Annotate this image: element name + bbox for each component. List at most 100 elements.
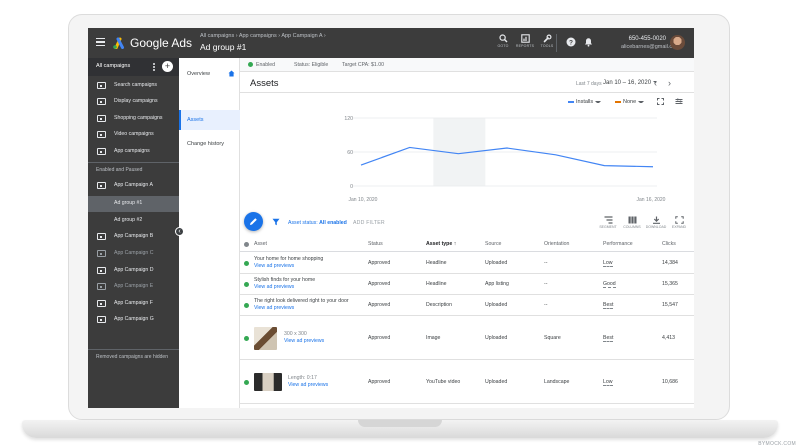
table-row[interactable]: Your home for home shopping View ad previ… xyxy=(240,253,694,274)
image-asset-thumbnail[interactable] xyxy=(254,326,277,350)
cell-asset-type: YouTube video xyxy=(426,378,461,385)
table-row[interactable]: 300 x 300 View ad previews Approved Image Up… xyxy=(240,316,694,360)
sidebar-item-video-campaigns[interactable]: Video campaigns xyxy=(88,127,179,143)
edit-fab-button[interactable] xyxy=(244,212,263,231)
display-campaign-icon xyxy=(97,98,106,105)
all-campaigns-link[interactable]: All campaigns xyxy=(96,63,130,69)
nav-label: Change history xyxy=(187,141,224,147)
cell-performance[interactable]: Best xyxy=(603,302,614,309)
nav-overview[interactable]: Overview xyxy=(179,64,240,84)
app-campaign-icon xyxy=(97,267,106,274)
sidebar-item-campaign[interactable]: App Campaign A xyxy=(88,178,179,194)
chart-settings-icon[interactable] xyxy=(675,98,683,105)
installs-line-chart: 0 60 120 Jan 10, 2020 Jan 16, 2020 xyxy=(344,116,665,203)
enabled-status-dot xyxy=(244,379,249,385)
avatar[interactable] xyxy=(670,35,685,50)
video-asset-thumbnail[interactable] xyxy=(254,373,282,391)
table-row[interactable]: The right look delivered right to your d… xyxy=(240,295,694,316)
sidebar-item-campaign[interactable]: App Campaign F xyxy=(88,296,179,312)
y-tick-label: 120 xyxy=(344,116,353,122)
sidebar-item-ad-group[interactable]: Ad group #2 xyxy=(88,213,179,229)
filter-value: All enabled xyxy=(319,220,347,226)
expand-button[interactable]: EXPAND xyxy=(668,216,690,229)
cell-performance[interactable]: Best xyxy=(603,335,614,342)
sort-ascending-icon: ↑ xyxy=(453,241,457,247)
sidebar-item-campaign[interactable]: App Campaign D xyxy=(88,263,179,279)
laptop-notch xyxy=(358,420,442,427)
column-asset[interactable]: Asset xyxy=(254,241,267,247)
sidebar-item-campaign[interactable]: App Campaign E xyxy=(88,279,179,295)
account-phone: 650-455-0020 xyxy=(628,36,666,42)
view-ad-previews-link[interactable]: View ad previews xyxy=(254,263,294,269)
cell-clicks: 15,547 xyxy=(662,302,678,308)
sidebar-item-app-campaigns[interactable]: App campaigns xyxy=(88,144,179,160)
bell-icon[interactable] xyxy=(584,37,593,47)
column-asset-type[interactable]: Asset type ↑ xyxy=(426,241,456,247)
column-performance[interactable]: Performance xyxy=(603,241,633,247)
nav-label: Overview xyxy=(187,71,210,77)
view-ad-previews-link[interactable]: View ad previews xyxy=(254,284,294,290)
column-clicks[interactable]: Clicks xyxy=(662,241,676,247)
view-ad-previews-link[interactable]: View ad previews xyxy=(284,338,324,344)
sidebar-item-search-campaigns[interactable]: Search campaigns xyxy=(88,78,179,94)
cell-source: Uploaded xyxy=(485,378,508,385)
column-source[interactable]: Source xyxy=(485,241,501,247)
reports-icon xyxy=(520,34,530,43)
add-campaign-button[interactable]: + xyxy=(162,61,173,72)
goto-tool[interactable]: GOTO xyxy=(492,34,514,48)
view-ad-previews-link[interactable]: View ad previews xyxy=(288,382,328,388)
column-orientation[interactable]: Orientation xyxy=(544,241,569,247)
tools-tool[interactable]: TOOLS xyxy=(536,34,558,48)
breadcrumb[interactable]: All campaigns › App campaigns › App Camp… xyxy=(200,33,326,39)
goto-label: GOTO xyxy=(497,44,509,48)
sidebar-item-campaign[interactable]: App Campaign C xyxy=(88,246,179,262)
sidebar-item-campaign[interactable]: App Campaign G xyxy=(88,312,179,328)
eligibility-status: Status: Eligible xyxy=(294,62,329,68)
reports-tool[interactable]: REPORTS xyxy=(514,34,536,48)
status-column-dot xyxy=(244,242,249,247)
sidebar-item-ad-group[interactable]: Ad group #1 xyxy=(88,196,179,212)
fullscreen-icon[interactable] xyxy=(657,98,664,105)
add-filter-button[interactable]: ADD FILTER xyxy=(353,220,385,226)
download-icon xyxy=(652,216,660,224)
date-range-label: Last 7 days xyxy=(576,81,602,87)
search-campaign-icon xyxy=(97,82,106,89)
sidebar-item-campaign[interactable]: App Campaign B xyxy=(88,229,179,245)
table-row[interactable]: Stylish finds for your home View ad previ… xyxy=(240,274,694,295)
collapse-sidebar-button[interactable]: ‹ xyxy=(175,227,184,236)
cell-asset-text: Stylish finds for your home xyxy=(254,277,316,283)
filter-icon[interactable] xyxy=(272,218,280,226)
target-cpa[interactable]: Target CPA: $1.00 xyxy=(342,62,384,68)
table-row[interactable]: Length: 0:17 View ad previews Approved YouT… xyxy=(240,360,694,404)
shopping-campaign-icon xyxy=(97,115,106,122)
cell-asset-text: The right look delivered right to your d… xyxy=(254,298,349,304)
nav-change-history[interactable]: Change history xyxy=(179,134,240,154)
metric-selector-installs[interactable]: Installs xyxy=(568,99,603,105)
cell-performance[interactable]: Good xyxy=(603,281,616,288)
view-ad-previews-link[interactable]: View ad previews xyxy=(254,305,294,311)
download-button[interactable]: DOWNLOAD xyxy=(645,216,667,229)
cell-asset-text: Your home for home shopping xyxy=(254,256,324,262)
sidebar-item-display-campaigns[interactable]: Display campaigns xyxy=(88,94,179,110)
nav-assets[interactable]: Assets xyxy=(179,110,240,130)
metric-selector-none[interactable]: None xyxy=(615,99,646,105)
sidebar-item-shopping-campaigns[interactable]: Shopping campaigns xyxy=(88,111,179,127)
enabled-status-dot xyxy=(248,62,253,67)
more-options-icon[interactable] xyxy=(153,63,155,71)
page-title[interactable]: Ad group #1 xyxy=(200,42,246,52)
date-range-picker[interactable]: Jan 10 – 16, 2020 xyxy=(603,80,658,86)
cell-performance[interactable]: Low xyxy=(603,379,613,386)
cell-performance[interactable]: Low xyxy=(603,260,613,267)
enabled-status[interactable]: Enabled xyxy=(256,62,275,68)
previous-period-button[interactable]: ‹ xyxy=(654,78,657,88)
help-icon[interactable]: ? xyxy=(566,37,576,47)
column-status[interactable]: Status xyxy=(368,241,383,247)
page-nav: Overview Assets Change history xyxy=(179,58,240,408)
segment-button[interactable]: SEGMENT xyxy=(597,216,619,229)
asset-status-filter[interactable]: Asset status: All enabled xyxy=(288,220,347,226)
menu-icon[interactable] xyxy=(96,38,105,46)
home-icon xyxy=(228,70,235,77)
next-period-button[interactable]: › xyxy=(668,78,671,88)
y-tick-label: 0 xyxy=(350,184,353,190)
columns-button[interactable]: COLUMNS xyxy=(621,216,643,229)
